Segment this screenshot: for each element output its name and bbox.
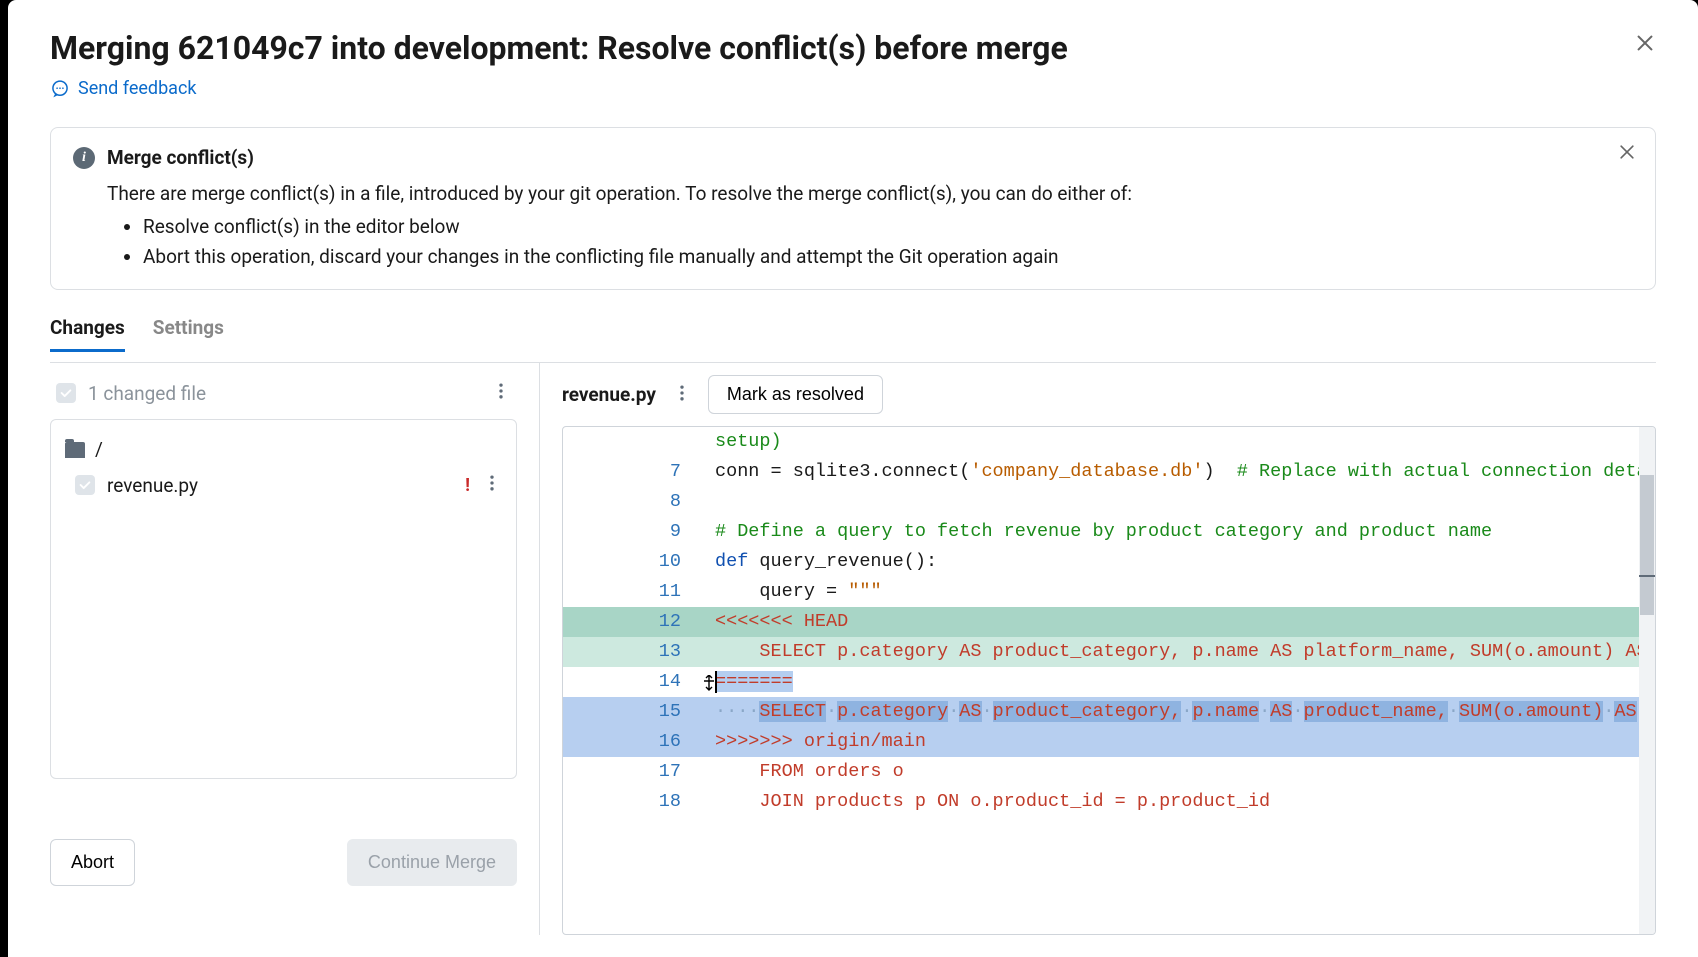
merge-conflict-info-box: i Merge conflict(s) There are merge conf… xyxy=(50,127,1656,290)
pointer-cursor-icon xyxy=(701,675,717,706)
tree-file-label: revenue.py xyxy=(107,474,198,497)
close-icon xyxy=(1617,142,1637,162)
changes-footer: Abort Continue Merge xyxy=(50,839,517,886)
changes-header: 1 changed file xyxy=(50,375,517,419)
tab-changes[interactable]: Changes xyxy=(50,316,125,352)
split-panel: 1 changed file / revenue.py xyxy=(50,362,1656,935)
send-feedback-link[interactable]: Send feedback xyxy=(50,78,1656,99)
changes-panel: 1 changed file / revenue.py xyxy=(50,363,540,935)
info-bullet-resolve: Resolve conflict(s) in the editor below xyxy=(143,212,1633,241)
info-box-header: i Merge conflict(s) xyxy=(73,146,1633,169)
tabs: Changes Settings xyxy=(50,316,1656,352)
close-icon xyxy=(1634,32,1656,54)
scrollbar-marker xyxy=(1639,575,1655,577)
code-line-conflict-ours[interactable]: 13 SELECT p.category AS product_category… xyxy=(563,637,1655,667)
info-icon: i xyxy=(73,147,95,169)
file-checkbox[interactable] xyxy=(75,475,95,495)
code-line-conflict-end[interactable]: 16 >>>>>>> origin/main xyxy=(563,727,1655,757)
comment-icon xyxy=(50,79,70,99)
kebab-icon xyxy=(672,383,692,403)
tree-root-label: / xyxy=(95,438,103,461)
file-menu-button[interactable] xyxy=(482,473,502,497)
code-line[interactable]: setup) xyxy=(563,427,1655,457)
info-box-text: There are merge conflict(s) in a file, i… xyxy=(107,179,1633,208)
kebab-icon xyxy=(491,381,511,401)
editor-menu-button[interactable] xyxy=(672,383,692,407)
code-line[interactable]: 7 conn = sqlite3.connect('company_databa… xyxy=(563,457,1655,487)
info-box-title: Merge conflict(s) xyxy=(107,146,254,169)
close-modal-button[interactable] xyxy=(1634,32,1656,58)
info-box-close-button[interactable] xyxy=(1617,142,1637,166)
mark-as-resolved-button[interactable]: Mark as resolved xyxy=(708,375,883,414)
changes-menu-button[interactable] xyxy=(491,381,511,405)
editor-scrollbar-track[interactable] xyxy=(1639,427,1655,934)
tab-settings[interactable]: Settings xyxy=(153,316,224,352)
code-line[interactable]: 9 # Define a query to fetch revenue by p… xyxy=(563,517,1655,547)
editor-scrollbar-thumb[interactable] xyxy=(1640,475,1654,615)
code-line-conflict-separator[interactable]: 14 ======= xyxy=(563,667,1655,697)
conflict-indicator-icon: ! xyxy=(465,475,470,496)
changed-files-count: 1 changed file xyxy=(88,382,206,405)
modal-title: Merging 621049c7 into development: Resol… xyxy=(50,28,1068,68)
code-line-conflict-theirs[interactable]: 15 ····SELECT·p.category·AS·product_cate… xyxy=(563,697,1655,727)
tree-file-row[interactable]: revenue.py ! xyxy=(61,467,506,503)
editor-panel: revenue.py Mark as resolved setup) 7 con… xyxy=(540,363,1656,935)
file-tree: / revenue.py ! xyxy=(50,419,517,779)
code-line[interactable]: 11 query = """ xyxy=(563,577,1655,607)
select-all-checkbox[interactable] xyxy=(56,383,76,403)
folder-icon xyxy=(65,442,85,458)
code-editor[interactable]: setup) 7 conn = sqlite3.connect('company… xyxy=(562,426,1656,935)
abort-button[interactable]: Abort xyxy=(50,839,135,886)
code-lines: setup) 7 conn = sqlite3.connect('company… xyxy=(563,427,1655,817)
modal-header: Merging 621049c7 into development: Resol… xyxy=(50,28,1656,68)
editor-header: revenue.py Mark as resolved xyxy=(562,375,1656,426)
merge-conflict-modal: Merging 621049c7 into development: Resol… xyxy=(8,0,1698,957)
editor-filename: revenue.py xyxy=(562,383,656,406)
code-line[interactable]: 8 xyxy=(563,487,1655,517)
kebab-icon xyxy=(482,473,502,493)
continue-merge-button: Continue Merge xyxy=(347,839,517,886)
info-bullet-abort: Abort this operation, discard your chang… xyxy=(143,242,1633,271)
code-line-conflict-head[interactable]: 12 <<<<<<< HEAD xyxy=(563,607,1655,637)
code-line[interactable]: 10 def query_revenue(): xyxy=(563,547,1655,577)
code-line[interactable]: 18 JOIN products p ON o.product_id = p.p… xyxy=(563,787,1655,817)
info-box-body: There are merge conflict(s) in a file, i… xyxy=(73,179,1633,271)
code-line[interactable]: 17 FROM orders o xyxy=(563,757,1655,787)
tree-root-row[interactable]: / xyxy=(61,432,506,467)
send-feedback-label: Send feedback xyxy=(78,78,197,99)
